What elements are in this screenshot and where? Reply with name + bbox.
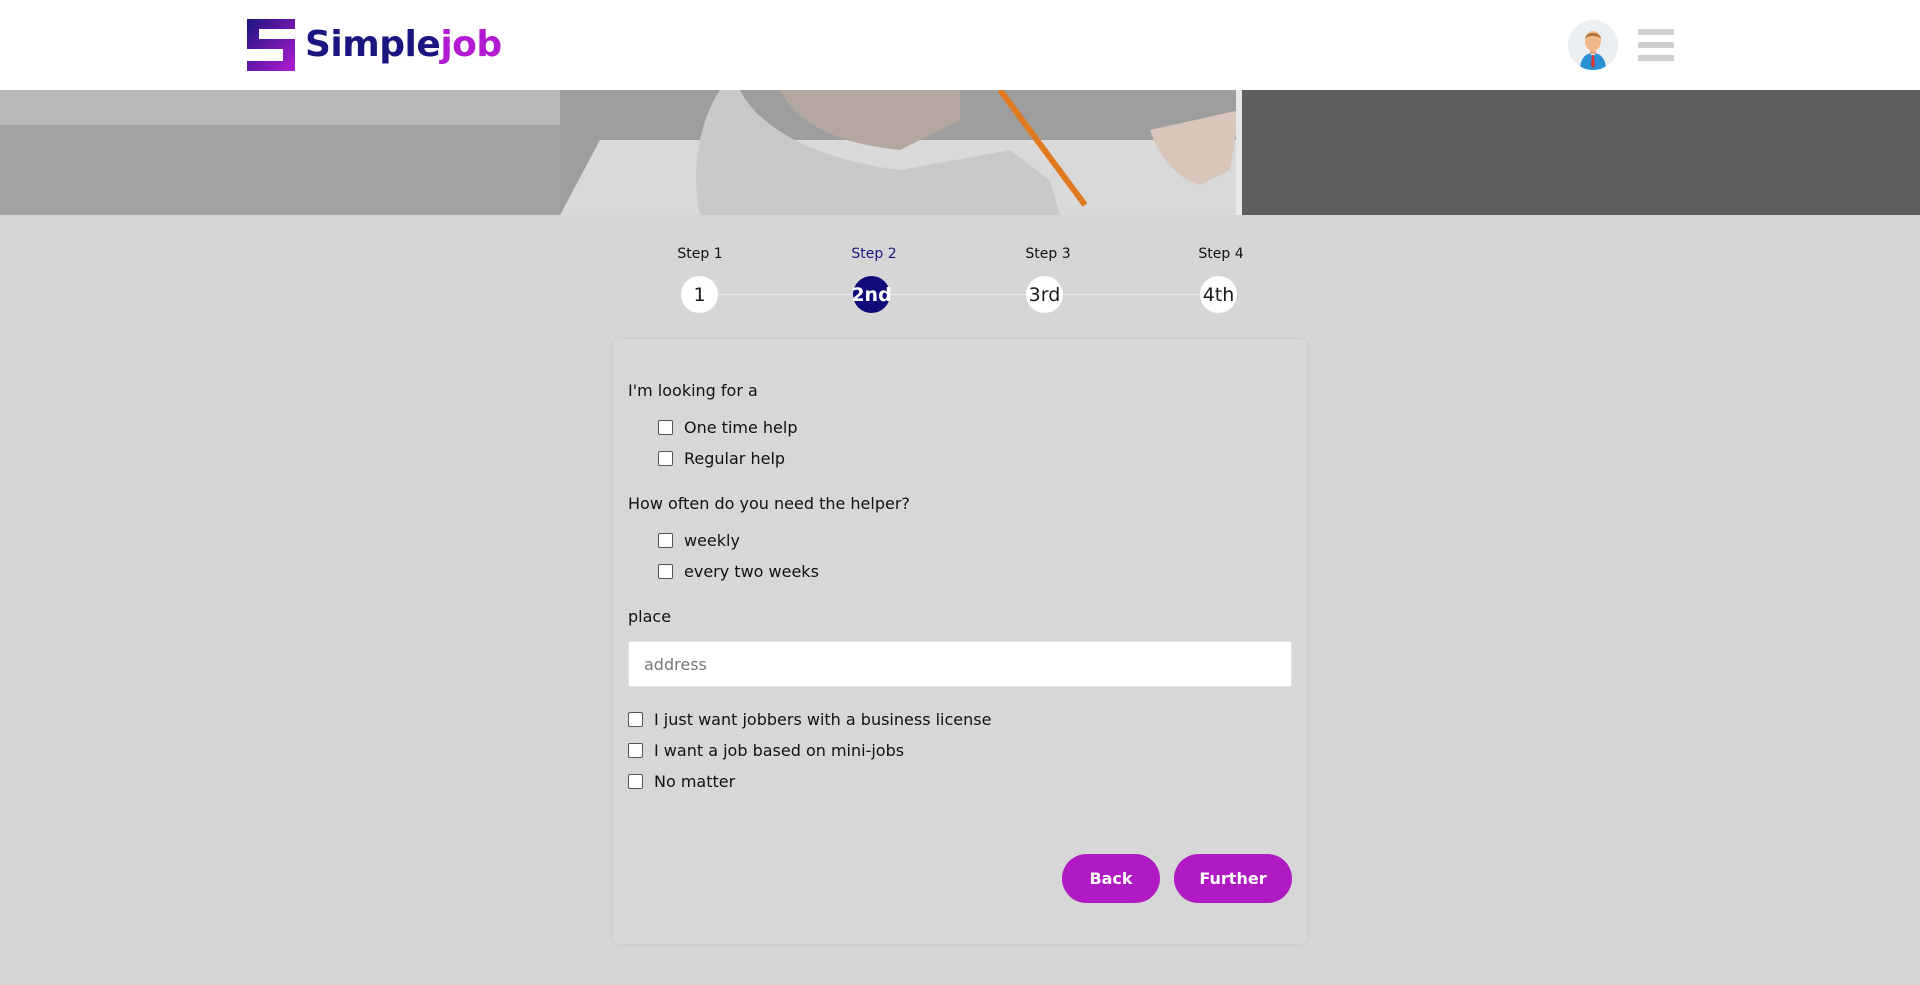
- address-input[interactable]: [628, 641, 1292, 687]
- option-label: No matter: [654, 772, 736, 791]
- option-business-license[interactable]: I just want jobbers with a business lice…: [628, 710, 991, 729]
- mini-jobs-checkbox[interactable]: [628, 743, 643, 758]
- option-mini-jobs[interactable]: I want a job based on mini-jobs: [628, 741, 904, 760]
- step-4-indicator[interactable]: 4th: [1200, 276, 1237, 313]
- weekly-checkbox[interactable]: [658, 533, 673, 548]
- further-button[interactable]: Further: [1174, 854, 1292, 903]
- one-time-help-checkbox[interactable]: [658, 420, 673, 435]
- option-no-matter[interactable]: No matter: [628, 772, 735, 791]
- option-label: I just want jobbers with a business lice…: [654, 710, 992, 729]
- no-matter-checkbox[interactable]: [628, 774, 643, 789]
- step-1-indicator[interactable]: 1: [681, 276, 718, 313]
- every-two-weeks-checkbox[interactable]: [658, 564, 673, 579]
- back-button[interactable]: Back: [1062, 854, 1160, 903]
- user-avatar[interactable]: [1568, 20, 1618, 70]
- option-label: I want a job based on mini-jobs: [654, 741, 905, 760]
- regular-help-checkbox[interactable]: [658, 451, 673, 466]
- option-every-two-weeks[interactable]: every two weeks: [658, 562, 819, 581]
- question-how-often: How often do you need the helper?: [628, 494, 910, 513]
- step-4-label: Step 4: [1198, 246, 1244, 262]
- logo-mark-icon: [247, 19, 295, 71]
- business-license-checkbox[interactable]: [628, 712, 643, 727]
- option-label: weekly: [684, 531, 740, 550]
- option-one-time-help[interactable]: One time help: [658, 418, 797, 437]
- form-card: I'm looking for a One time help Regular …: [613, 339, 1307, 944]
- logo-text: Simplejob: [305, 24, 502, 65]
- step-2-label: Step 2: [851, 246, 897, 262]
- place-label: place: [628, 607, 672, 626]
- user-avatar-icon: [1568, 20, 1618, 70]
- option-label: every two weeks: [684, 562, 819, 581]
- option-label: Regular help: [684, 449, 786, 468]
- step-connector: [700, 294, 1220, 295]
- site-header: Simplejob: [0, 0, 1920, 90]
- step-1-label: Step 1: [677, 246, 723, 262]
- step-2-indicator[interactable]: 2nd: [851, 276, 892, 313]
- simplejob-logo[interactable]: Simplejob: [247, 19, 502, 71]
- hero-banner-image: [0, 90, 1920, 215]
- option-label: One time help: [684, 418, 798, 437]
- hamburger-menu-icon[interactable]: [1638, 29, 1674, 61]
- step-3-indicator[interactable]: 3rd: [1026, 276, 1063, 313]
- hero-photo: [0, 90, 1920, 215]
- step-3-label: Step 3: [1025, 246, 1071, 262]
- option-weekly[interactable]: weekly: [658, 531, 740, 550]
- option-regular-help[interactable]: Regular help: [658, 449, 785, 468]
- question-looking-for: I'm looking for a: [628, 381, 758, 400]
